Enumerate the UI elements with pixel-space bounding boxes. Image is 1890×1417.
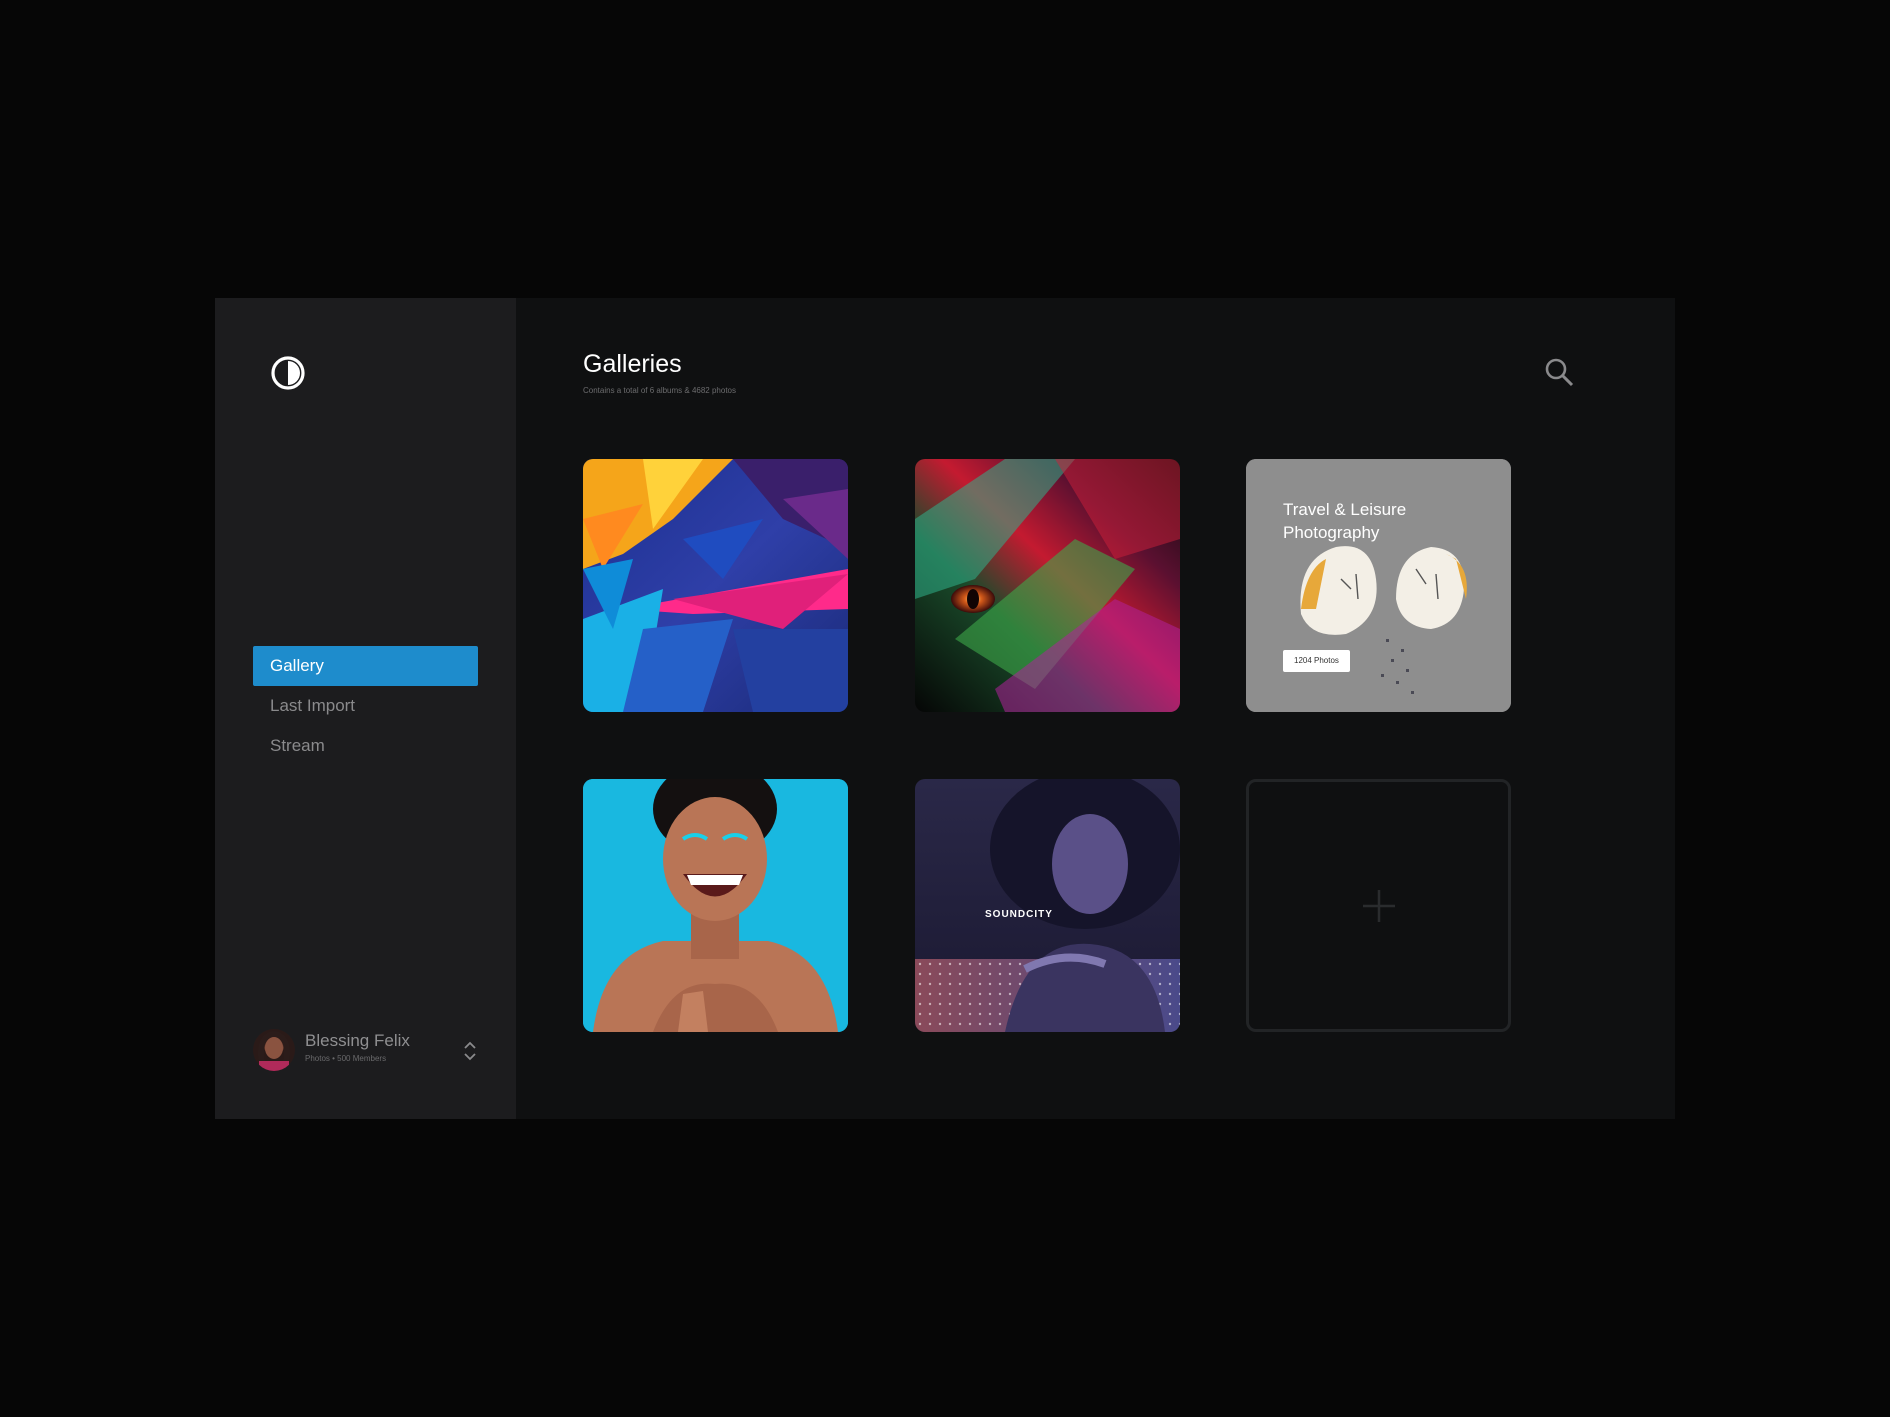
- woman-portrait-purple-image: [915, 779, 1180, 1032]
- abstract-polygon-image: [583, 459, 848, 712]
- album-card-soundcity[interactable]: SOUNDCITY: [915, 779, 1180, 1032]
- album-card-abstract[interactable]: [583, 459, 848, 712]
- search-icon[interactable]: [1543, 356, 1575, 388]
- album-card-reptile[interactable]: [915, 459, 1180, 712]
- sidebar-nav: Gallery Last Import Stream: [253, 646, 478, 766]
- page-title: Galleries: [583, 350, 682, 378]
- avatar[interactable]: [253, 1029, 295, 1071]
- page-subtitle: Contains a total of 6 albums & 4682 phot…: [583, 386, 736, 395]
- plus-icon: [1362, 889, 1395, 922]
- half-circle-logo-icon[interactable]: [270, 355, 306, 391]
- sidebar-item-gallery[interactable]: Gallery: [253, 646, 478, 686]
- add-album-card[interactable]: [1246, 779, 1511, 1032]
- sidebar-item-stream[interactable]: Stream: [253, 726, 478, 766]
- album-card-portrait[interactable]: [583, 779, 848, 1032]
- user-name: Blessing Felix: [305, 1031, 410, 1050]
- sidebar: Gallery Last Import Stream Blessing Feli…: [215, 298, 516, 1119]
- reptile-eye-image: [915, 459, 1180, 712]
- chevron-up-down-icon[interactable]: [463, 1039, 477, 1063]
- main-content: Galleries Contains a total of 6 albums &…: [516, 298, 1675, 1119]
- user-profile[interactable]: Blessing Felix Photos • 500 Members: [253, 1029, 483, 1071]
- sidebar-item-last-import[interactable]: Last Import: [253, 686, 478, 726]
- app-window: Gallery Last Import Stream Blessing Feli…: [215, 298, 1675, 1119]
- album-label: SOUNDCITY: [985, 909, 1053, 920]
- album-card-travel[interactable]: Travel & Leisure Photography 1204 Photos: [1246, 459, 1511, 712]
- photo-count-badge: 1204 Photos: [1283, 650, 1350, 672]
- laughing-woman-image: [583, 779, 848, 1032]
- eggshell-image: [1246, 459, 1511, 712]
- user-subtitle: Photos • 500 Members: [305, 1054, 387, 1063]
- album-title: Travel & Leisure Photography: [1283, 500, 1407, 542]
